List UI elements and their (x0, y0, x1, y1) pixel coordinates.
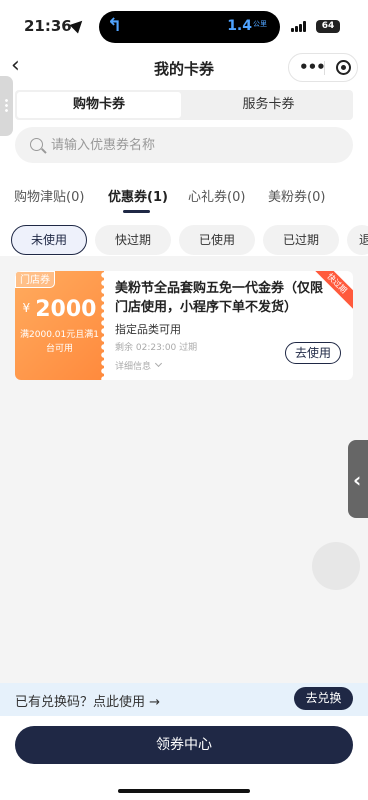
edge-collapse-tab[interactable]: ‹ (348, 440, 368, 518)
coupon-scope: 指定品类可用 (115, 323, 181, 336)
turn-arrow-icon: ↰ (107, 15, 123, 36)
coupon-currency: ¥ (22, 301, 31, 315)
status-bar: 21:36 ↰ 1.4 公里 64 (0, 0, 368, 50)
redeem-hint[interactable]: 已有兑换码？点此使用 → (15, 691, 160, 710)
dynamic-island[interactable]: ↰ 1.4 公里 (99, 11, 280, 43)
assistive-touch-ball[interactable] (312, 542, 360, 590)
chip-expired[interactable]: 已过期 (263, 225, 339, 255)
coupon-title: 美粉节全品套购五免一代金券（仅限门店使用，小程序下单不发货） (115, 281, 324, 315)
tab-shopping-allowance[interactable]: 购物津贴(0) (14, 186, 84, 205)
tab-coupons[interactable]: 优惠券(1) (108, 186, 168, 205)
side-drawer-handle[interactable] (0, 76, 13, 136)
segment-service-cards[interactable]: 服务卡券 (184, 90, 353, 120)
coupon-amount: ¥ 2000 (15, 297, 104, 322)
mini-program-capsule: ••• (288, 53, 358, 82)
segment-shopping-cards[interactable]: 购物卡券 (17, 92, 181, 118)
chevron-down-icon (154, 359, 163, 368)
segment-control: 购物卡券 服务卡券 (15, 90, 353, 120)
search-icon (30, 138, 43, 151)
coupon-detail-label: 详细信息 (115, 362, 152, 372)
chip-refunded[interactable]: 退 (347, 225, 368, 255)
use-coupon-button[interactable]: 去使用 (285, 342, 341, 364)
chip-expiring[interactable]: 快过期 (95, 225, 171, 255)
redeem-bar: 已有兑换码？点此使用 → 去兑换 (0, 683, 368, 716)
capsule-divider (324, 61, 325, 75)
tab-gift-coupons[interactable]: 心礼券(0) (188, 186, 245, 205)
coupon-expire-countdown: 剩余 02:23:00 过期 (115, 343, 198, 353)
search-bar (15, 127, 353, 163)
active-tab-indicator (123, 210, 150, 213)
chevron-left-icon: ‹ (353, 468, 362, 492)
signal-icon (291, 21, 309, 32)
more-dots-icon[interactable]: ••• (299, 58, 326, 76)
coupon-amount-panel: 门店券 ¥ 2000 满2000.01元且满1台可用 (15, 271, 108, 380)
close-target-icon[interactable] (336, 60, 351, 75)
redeem-button[interactable]: 去兑换 (294, 687, 353, 710)
chip-unused[interactable]: 未使用 (11, 225, 87, 255)
island-distance: 1.4 (227, 18, 252, 34)
coupon-center-button[interactable]: 领券中心 (15, 726, 353, 764)
location-arrow-icon (69, 16, 87, 34)
coupon-card[interactable]: 门店券 ¥ 2000 满2000.01元且满1台可用 美粉节全品套购五免一代金券… (15, 271, 353, 380)
store-coupon-tag: 门店券 (15, 271, 55, 288)
nav-bar: ‹ 我的卡券 ••• (0, 50, 368, 86)
search-input[interactable] (51, 127, 341, 163)
tab-fan-coupons[interactable]: 美粉券(0) (268, 186, 325, 205)
coupon-detail-toggle[interactable]: 详细信息 (115, 359, 163, 372)
chip-used[interactable]: 已使用 (179, 225, 255, 255)
home-indicator[interactable] (118, 789, 250, 793)
coupon-condition: 满2000.01元且满1台可用 (20, 330, 99, 354)
coupon-value: 2000 (35, 297, 97, 322)
island-unit: 公里 (253, 20, 267, 28)
filter-chips: 未使用 快过期 已使用 已过期 退 (0, 225, 368, 257)
status-time: 21:36 (24, 17, 72, 35)
battery-icon: 64 (316, 20, 340, 33)
grip-dots-icon (5, 98, 8, 113)
